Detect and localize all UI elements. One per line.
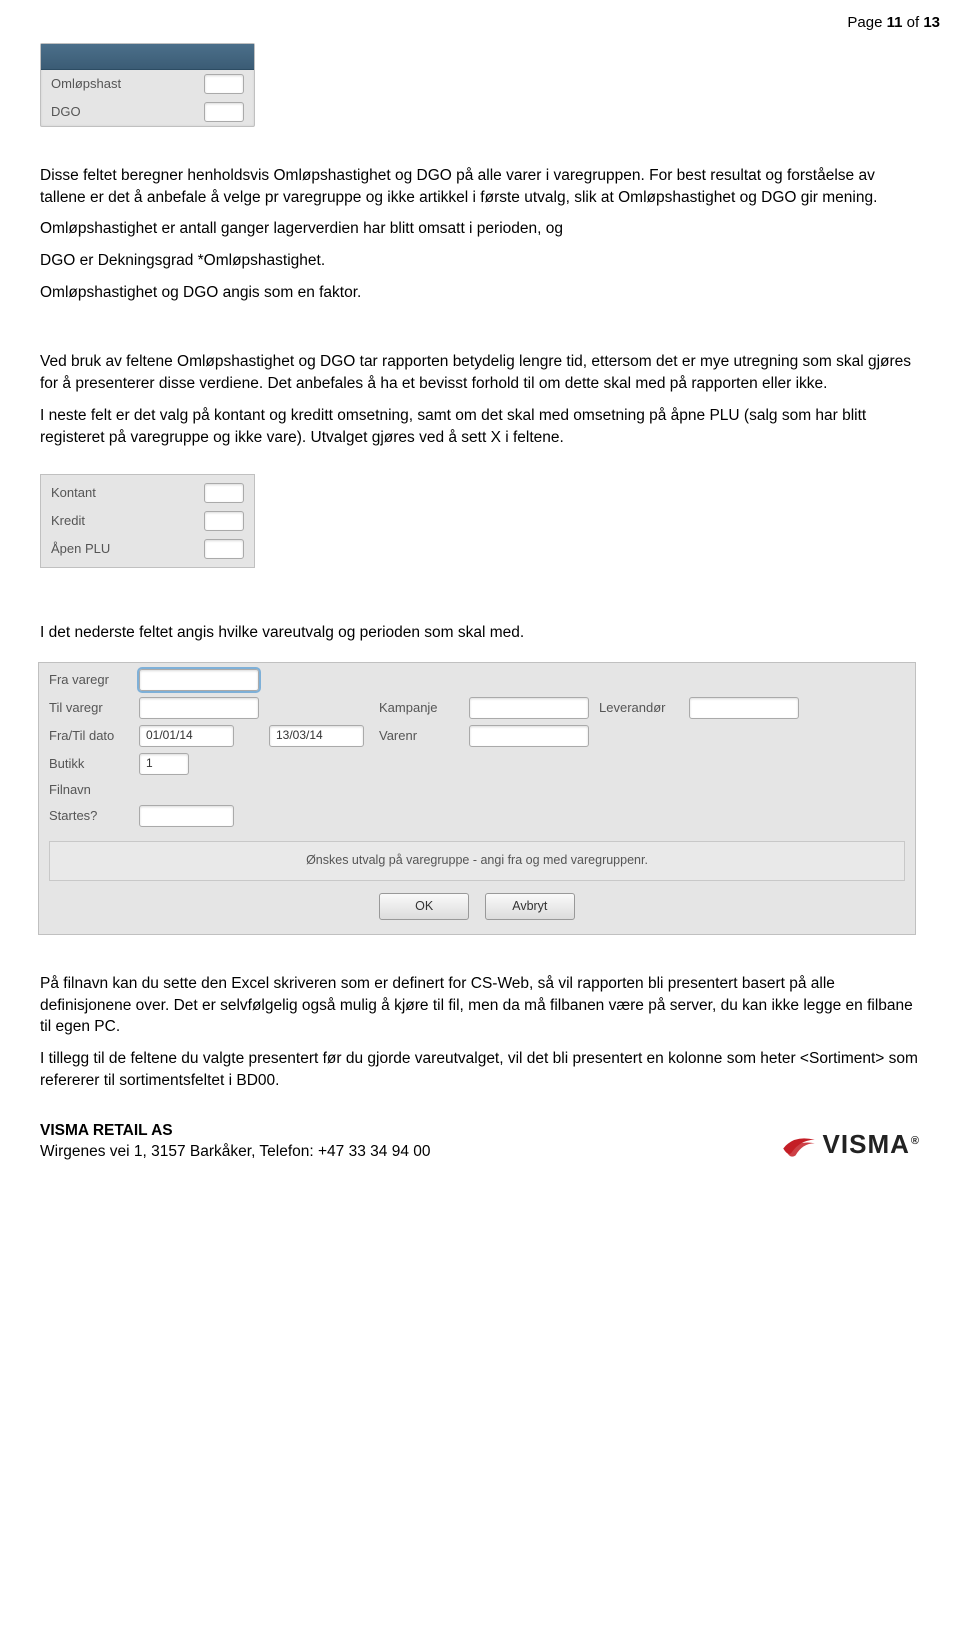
row-kontant: Kontant [41,479,254,507]
label-varenr: Varenr [379,727,469,745]
label-omlopshast: Omløpshast [51,75,204,93]
paragraph-3: DGO er Dekningsgrad *Omløpshastighet. [40,250,920,272]
input-til-varegr[interactable] [139,697,259,719]
fields-panel-kontant: Kontant Kredit Åpen PLU [40,474,255,568]
page-prefix: Page [847,14,886,31]
visma-logo: VISMA® [781,1126,920,1162]
page-of: of [902,14,923,31]
visma-word: VISMA [823,1129,910,1159]
panel-header-bar [41,44,254,70]
footer-text: VISMA RETAIL AS Wirgenes vei 1, 3157 Bar… [40,1120,431,1163]
page-number: Page 11 of 13 [40,12,940,33]
row-kredit: Kredit [41,507,254,535]
paragraph-1: Disse feltet beregner henholdsvis Omløps… [40,165,920,208]
footer-address: Wirgenes vei 1, 3157 Barkåker, Telefon: … [40,1141,431,1163]
paragraph-2: Omløpshastighet er antall ganger lagerve… [40,218,920,240]
note-varegruppe: Ønskes utvalg på varegruppe - angi fra o… [49,841,905,881]
row-dgo: DGO [41,98,254,126]
footer-company: VISMA RETAIL AS [40,1120,431,1142]
input-kredit[interactable] [204,511,244,531]
ok-button[interactable]: OK [379,893,469,921]
input-omlopshast[interactable] [204,74,244,94]
avbryt-button[interactable]: Avbryt [485,893,575,921]
button-row: OK Avbryt [49,893,905,921]
label-apen-plu: Åpen PLU [51,540,204,558]
input-apen-plu[interactable] [204,539,244,559]
page-current: 11 [887,14,903,31]
registered-icon: ® [911,1135,920,1147]
label-kontant: Kontant [51,484,204,502]
input-butikk[interactable]: 1 [139,753,189,775]
label-fra-varegr: Fra varegr [49,671,139,689]
input-dato-fra[interactable]: 01/01/14 [139,725,234,747]
label-leverandor: Leverandør [599,699,689,717]
input-dgo[interactable] [204,102,244,122]
label-kredit: Kredit [51,512,204,530]
input-varenr[interactable] [469,725,589,747]
label-butikk: Butikk [49,755,139,773]
fields-panel-omlop-dgo: Omløpshast DGO [40,43,255,127]
paragraph-6: I neste felt er det valg på kontant og k… [40,405,920,448]
input-fra-varegr[interactable] [139,669,259,691]
label-dgo: DGO [51,103,204,121]
visma-logo-text: VISMA® [823,1126,920,1162]
input-leverandor[interactable] [689,697,799,719]
vareutvalg-form-panel: Fra varegr Til varegr Kampanje Leverandø… [38,662,916,935]
label-til-varegr: Til varegr [49,699,139,717]
page-total: 13 [923,14,940,31]
paragraph-7: I det nederste feltet angis hvilke vareu… [40,622,920,644]
row-apen-plu: Åpen PLU [41,535,254,563]
paragraph-8: På filnavn kan du sette den Excel skrive… [40,973,920,1038]
label-startes: Startes? [49,807,139,825]
input-kampanje[interactable] [469,697,589,719]
paragraph-5: Ved bruk av feltene Omløpshastighet og D… [40,351,920,394]
visma-swoosh-icon [781,1131,817,1159]
input-kontant[interactable] [204,483,244,503]
row-omlopshast: Omløpshast [41,70,254,98]
label-fra-til-dato: Fra/Til dato [49,727,139,745]
label-kampanje: Kampanje [379,699,469,717]
input-dato-til[interactable]: 13/03/14 [269,725,364,747]
input-startes[interactable] [139,805,234,827]
paragraph-9: I tillegg til de feltene du valgte prese… [40,1048,920,1091]
footer: VISMA RETAIL AS Wirgenes vei 1, 3157 Bar… [40,1120,920,1163]
label-filnavn: Filnavn [49,781,139,799]
paragraph-4: Omløpshastighet og DGO angis som en fakt… [40,282,920,304]
